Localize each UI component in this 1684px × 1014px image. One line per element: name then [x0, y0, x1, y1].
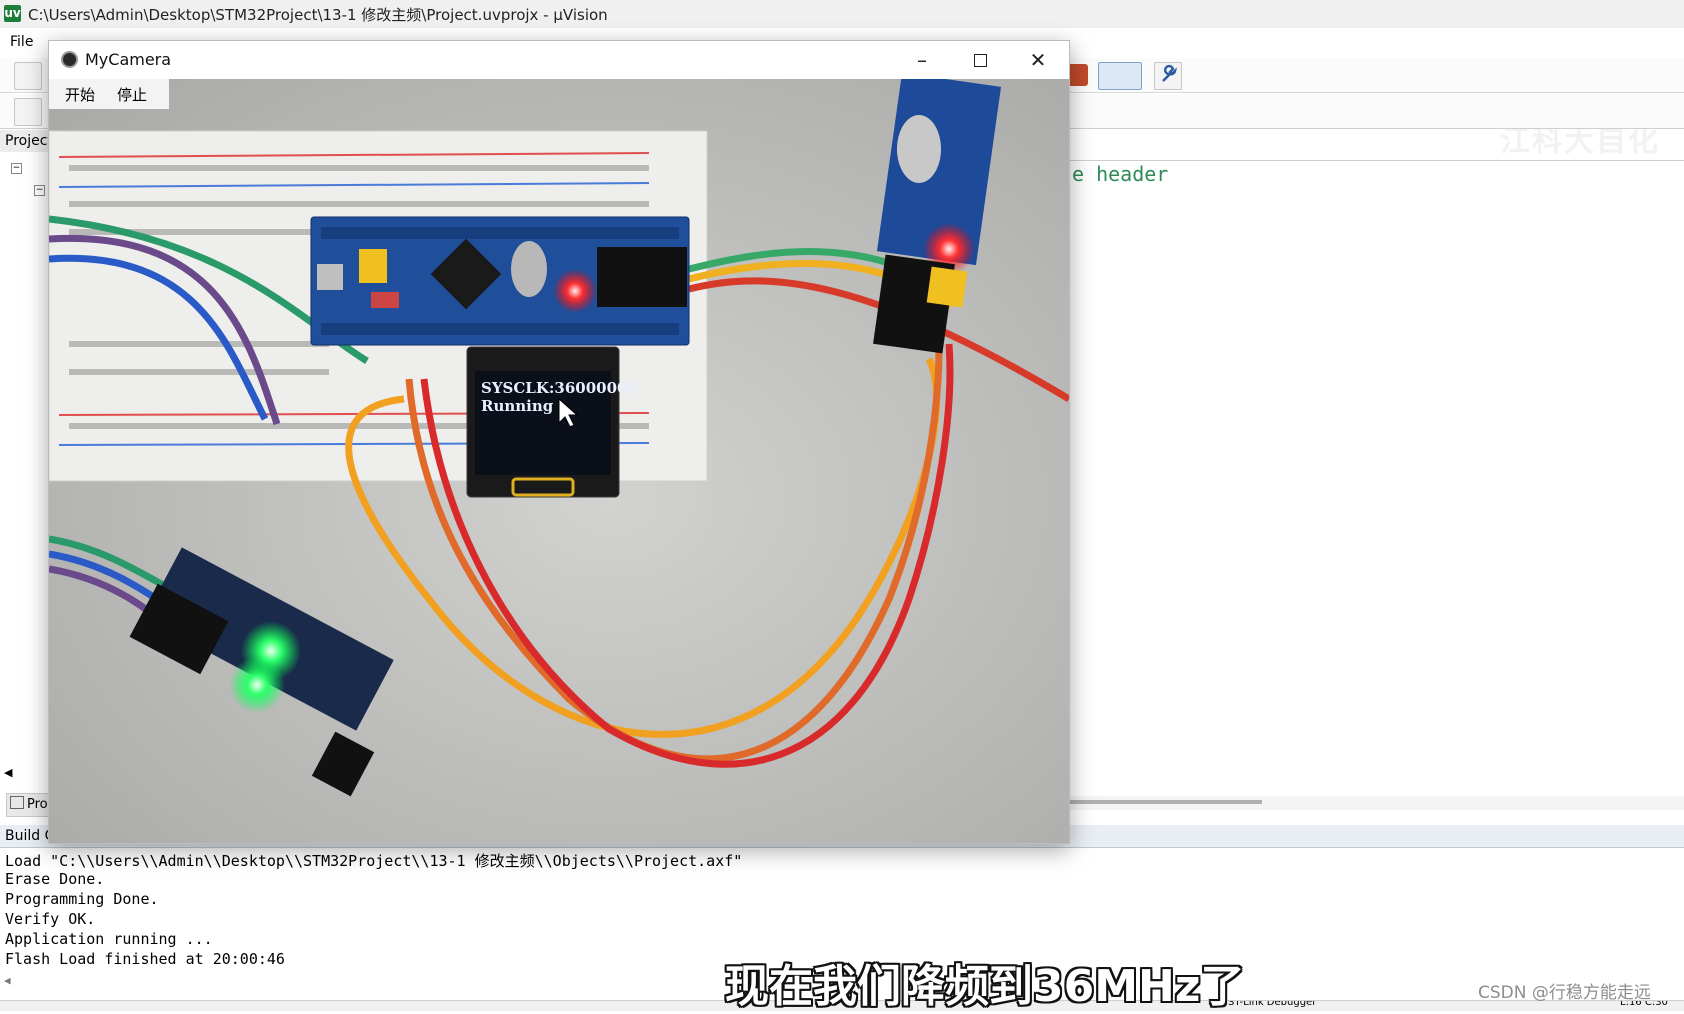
tab-project-label: Pro [27, 797, 48, 812]
camera-window[interactable]: MyCamera – ✕ SYSCLK:36000000 Running 开始 … [48, 40, 1070, 844]
window-layout-icon[interactable] [1098, 62, 1142, 90]
maximize-icon[interactable] [951, 41, 1009, 79]
camera-titlebar[interactable]: MyCamera – ✕ [49, 41, 1069, 79]
collapse-icon[interactable]: − [34, 185, 45, 196]
video-subtitle: 现在我们降频到36MHz了 [725, 961, 1245, 1012]
wrench-icon[interactable] [1154, 62, 1182, 90]
code-editor[interactable] [1000, 160, 1684, 791]
build-line: Flash Load finished at 20:00:46 [5, 950, 285, 968]
oled-sysclk-text: SYSCLK:36000000 [481, 379, 638, 397]
editor-hscrollbar[interactable] [1000, 796, 1684, 810]
camera-window-title: MyCamera [85, 50, 172, 69]
stack-icon[interactable] [14, 98, 42, 126]
code-comment-line: e header [1072, 162, 1169, 186]
tab-project[interactable]: Pro [6, 793, 50, 817]
project-tree[interactable]: − − ◀ [0, 152, 49, 784]
scroll-left-icon[interactable]: ◀ [4, 766, 18, 780]
start-button[interactable]: 开始 [65, 84, 95, 105]
uvision-app-icon: uv [4, 5, 21, 22]
camera-scene: SYSCLK:36000000 Running [49, 79, 1069, 843]
build-line: Programming Done. [5, 890, 159, 908]
build-line: Application running ... [5, 930, 213, 948]
minimize-icon[interactable]: – [893, 41, 951, 79]
camera-icon [61, 51, 78, 68]
app-titlebar: uv C:\Users\Admin\Desktop\STM32Project\1… [0, 0, 1684, 28]
camera-feed: SYSCLK:36000000 Running [49, 79, 1069, 843]
project-tab-icon [10, 796, 24, 809]
window-title: C:\Users\Admin\Desktop\STM32Project\13-1… [28, 6, 608, 24]
menu-file[interactable]: File [10, 34, 33, 50]
project-pane-header: Project [0, 130, 53, 153]
csdn-watermark: CSDN @行稳方能走远 [1478, 983, 1651, 1003]
collapse-icon[interactable]: − [11, 163, 22, 174]
scroll-left-icon[interactable]: ◀ [4, 974, 11, 987]
new-file-icon[interactable] [14, 62, 42, 90]
stop-button[interactable]: 停止 [117, 84, 147, 105]
build-line: Verify OK. [5, 910, 96, 928]
build-line: Load "C:\\Users\\Admin\\Desktop\\STM32Pr… [5, 852, 743, 870]
camera-menu: 开始 停止 [49, 79, 169, 109]
oled-status-text: Running [481, 397, 554, 415]
build-line: Erase Done. [5, 870, 105, 888]
close-icon[interactable]: ✕ [1009, 41, 1067, 79]
